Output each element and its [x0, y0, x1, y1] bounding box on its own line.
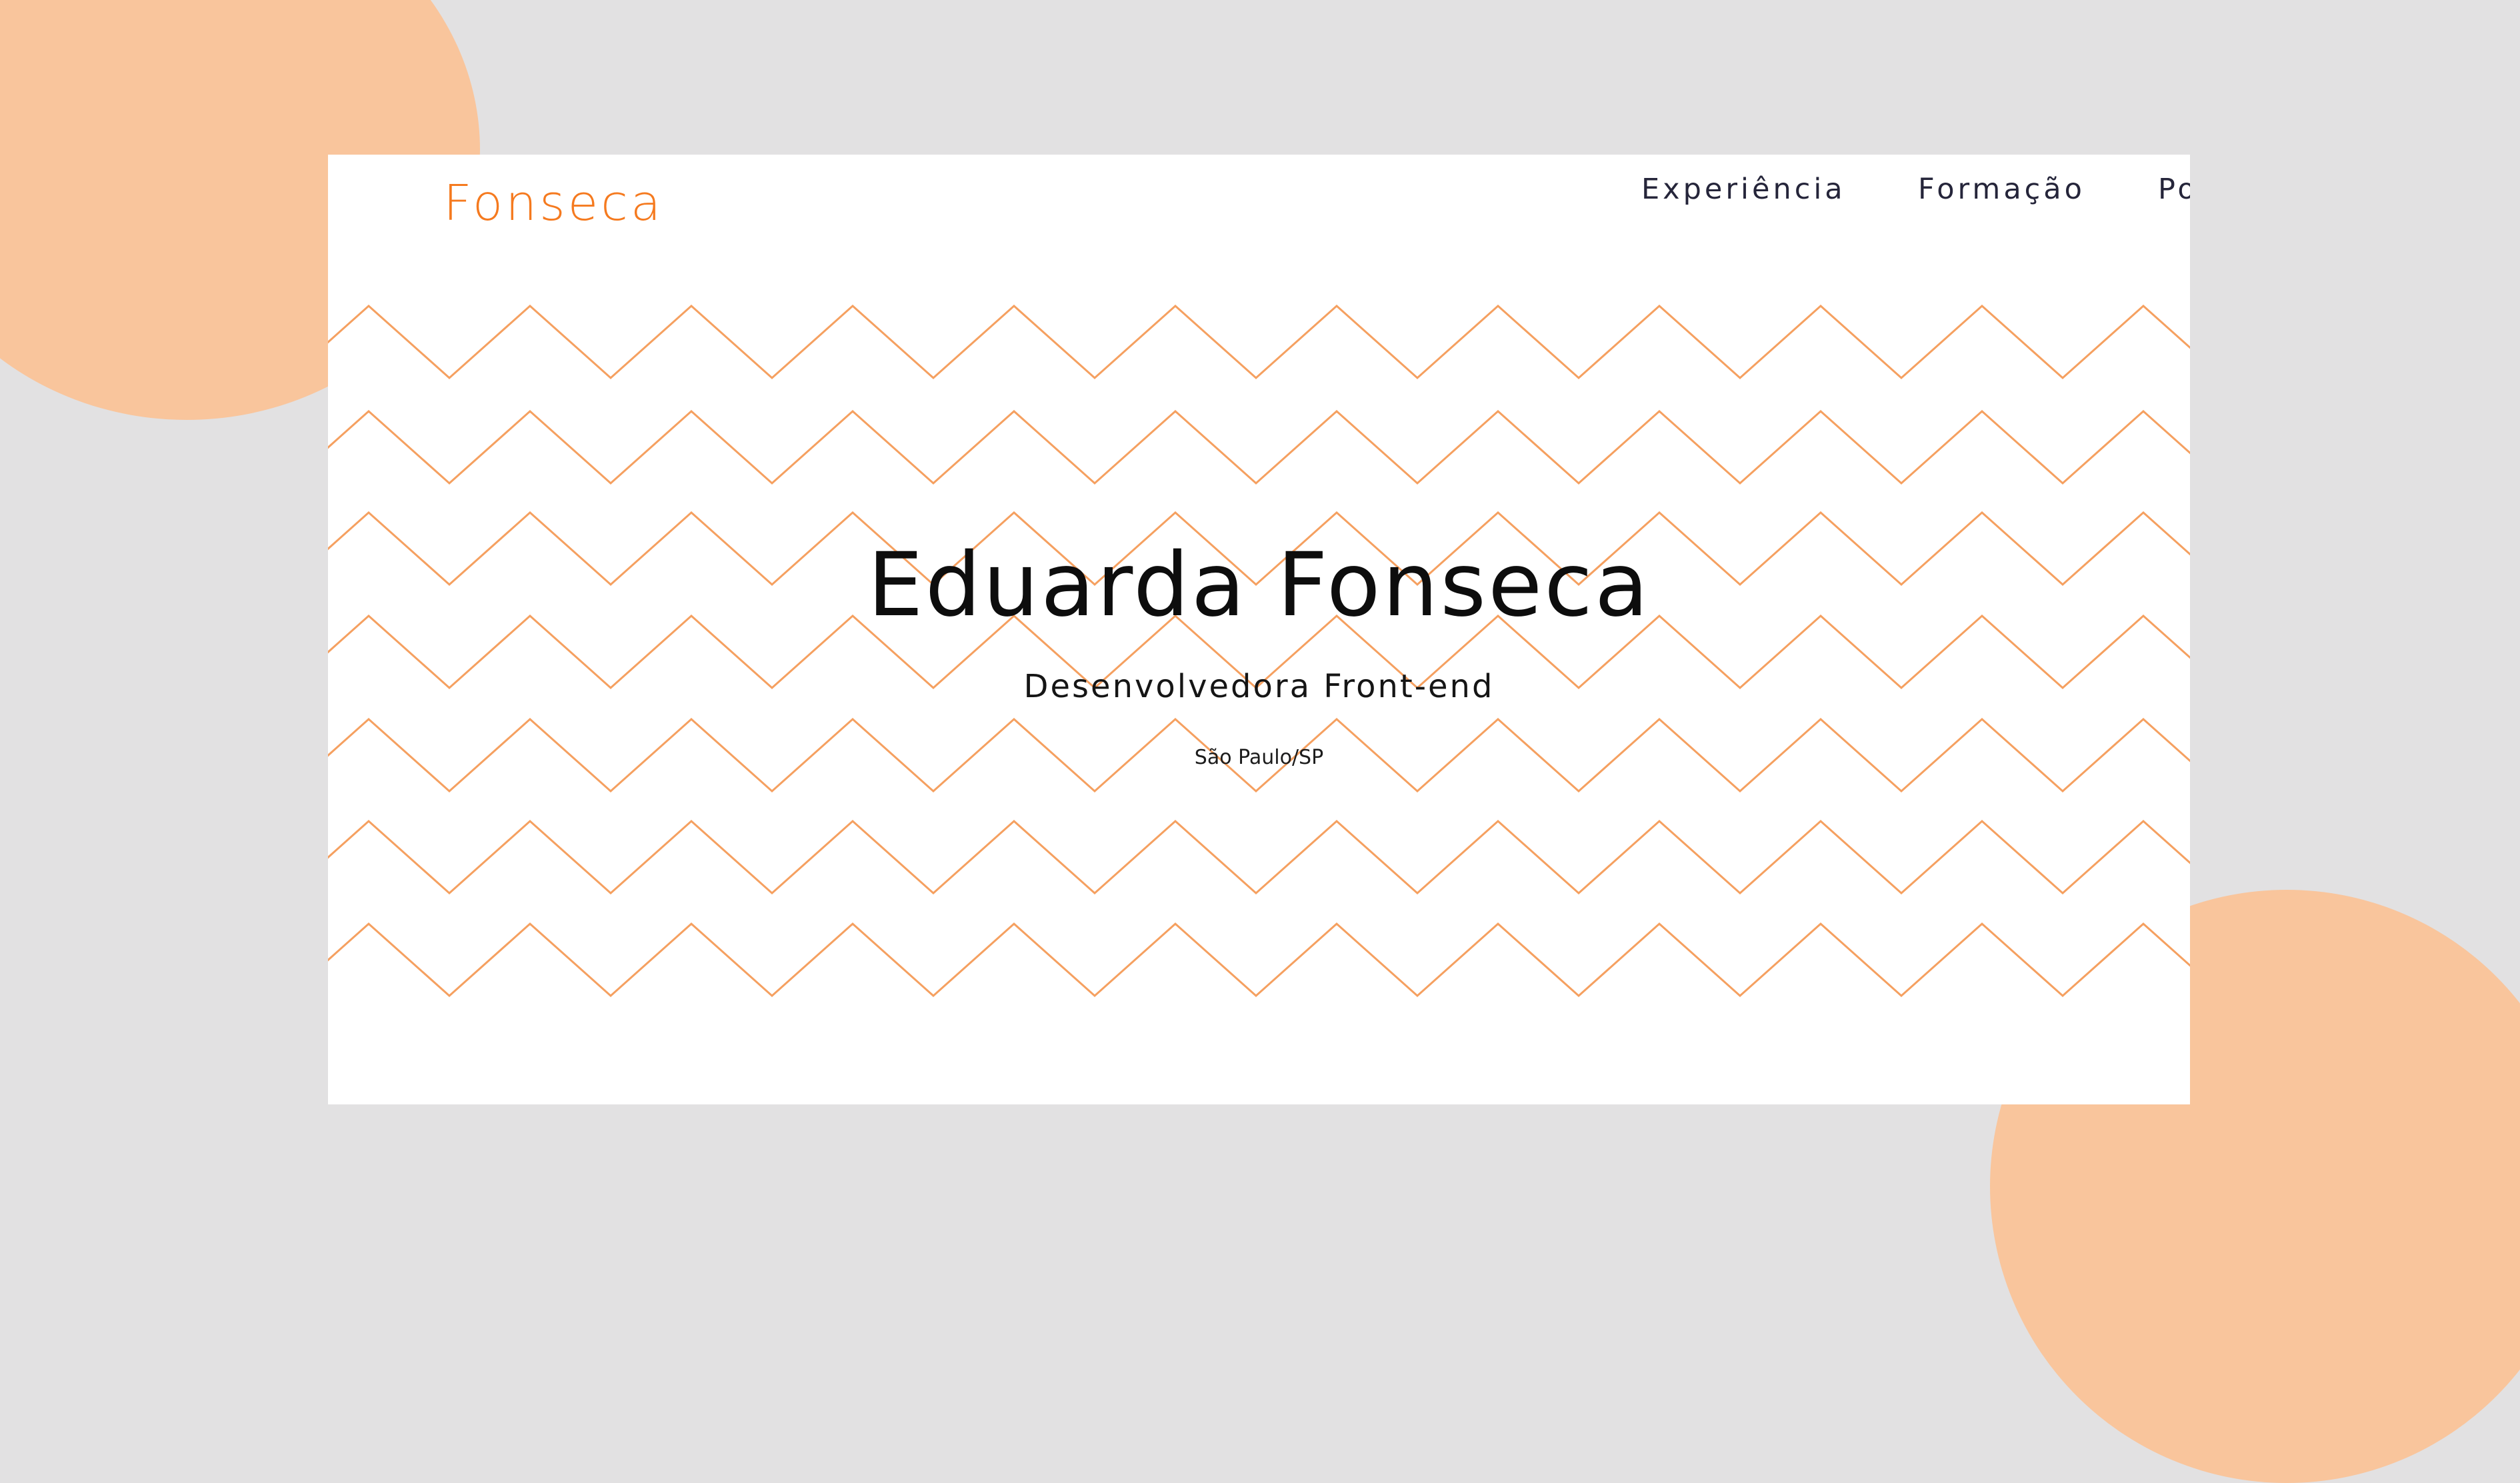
nav-link-portfolio[interactable]: Portfólio	[2158, 173, 2190, 206]
hero-role: Desenvolvedora Front-end	[1023, 668, 1495, 705]
zigzag-line	[328, 304, 2190, 380]
zigzag-line	[328, 409, 2190, 485]
hero-section: Eduarda Fonseca Desenvolvedora Front-end…	[328, 541, 2190, 768]
brand-logo[interactable]: Fonseca	[443, 175, 663, 232]
zigzag-line	[328, 819, 2190, 895]
zigzag-line	[328, 922, 2190, 998]
nav-link-formacao[interactable]: Formação	[1918, 173, 2085, 206]
nav-link-experiencia[interactable]: Experiência	[1641, 173, 1846, 206]
hero-name: Eduarda Fonseca	[867, 534, 1651, 637]
hero-location: São Paulo/SP	[1194, 746, 1324, 769]
portfolio-page: Fonseca Experiência Formação Portfólio E…	[328, 155, 2190, 1104]
